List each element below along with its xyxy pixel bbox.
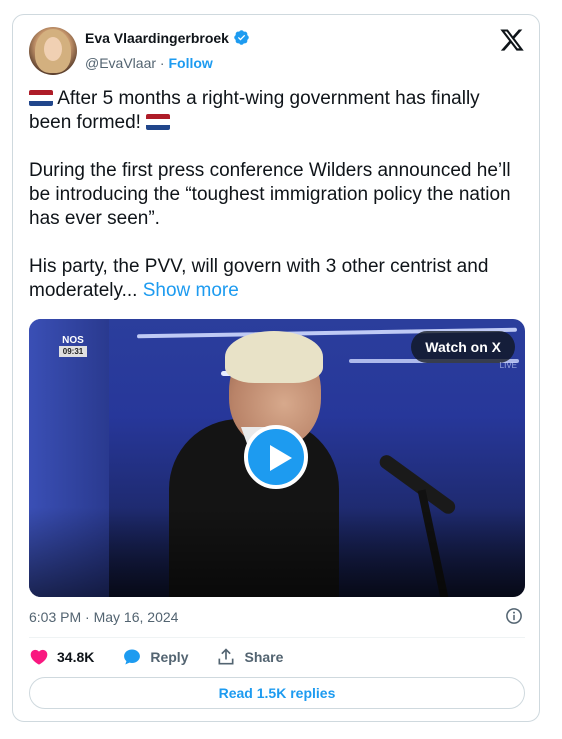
tweet-date: May 16, 2024 <box>93 609 179 625</box>
share-icon <box>218 648 234 665</box>
action-bar: 34.8K Reply Share <box>29 647 283 667</box>
info-icon[interactable] <box>505 607 523 625</box>
heart-icon <box>30 649 48 665</box>
netherlands-flag-icon <box>29 90 53 106</box>
watch-on-x-button[interactable]: Watch on X <box>411 331 515 363</box>
video-player[interactable]: NOS 09:31 Watch on X LIVE <box>29 319 525 597</box>
meta-separator: · <box>85 609 90 625</box>
share-button[interactable]: Share <box>216 647 283 667</box>
show-more-link[interactable]: Show more <box>143 280 239 301</box>
handle-row: @EvaVlaar · Follow <box>85 55 213 71</box>
broadcast-clock: 09:31 <box>59 346 87 357</box>
channel-name: NOS <box>62 335 84 346</box>
play-button[interactable] <box>244 425 308 489</box>
tweet-time: 6:03 PM <box>29 609 82 625</box>
play-icon <box>270 445 292 471</box>
handle-separator: · <box>159 55 165 71</box>
divider <box>29 637 525 638</box>
read-replies-button[interactable]: Read 1.5K replies <box>29 677 525 709</box>
like-button[interactable]: 34.8K <box>29 647 94 667</box>
tweet-timestamp[interactable]: 6:03 PM · May 16, 2024 <box>29 609 178 625</box>
share-label: Share <box>244 649 284 665</box>
tweet-line-1: After 5 months a right-wing government h… <box>29 88 480 133</box>
x-logo-icon[interactable] <box>499 27 525 53</box>
tweet-text: After 5 months a right-wing government h… <box>29 87 525 303</box>
follow-button[interactable]: Follow <box>168 55 212 71</box>
nos-logo: NOS 09:31 <box>59 335 87 357</box>
reply-bubble-icon <box>124 649 141 665</box>
avatar[interactable] <box>29 27 77 75</box>
author-name-row: Eva Vlaardingerbroek <box>85 29 250 46</box>
like-count: 34.8K <box>57 649 95 665</box>
tweet-paragraph-3: His party, the PVV, will govern with 3 o… <box>29 256 489 301</box>
live-tag: LIVE <box>499 361 517 370</box>
tweet-card: Eva Vlaardingerbroek @EvaVlaar · Follow … <box>12 14 540 722</box>
verified-badge-icon <box>234 30 249 45</box>
reply-button[interactable]: Reply <box>122 647 188 667</box>
author-name[interactable]: Eva Vlaardingerbroek <box>85 30 229 46</box>
author-handle[interactable]: @EvaVlaar <box>85 55 156 71</box>
tweet-paragraph-2: During the first press conference Wilder… <box>29 160 511 229</box>
reply-label: Reply <box>150 649 189 665</box>
netherlands-flag-icon <box>146 114 171 130</box>
